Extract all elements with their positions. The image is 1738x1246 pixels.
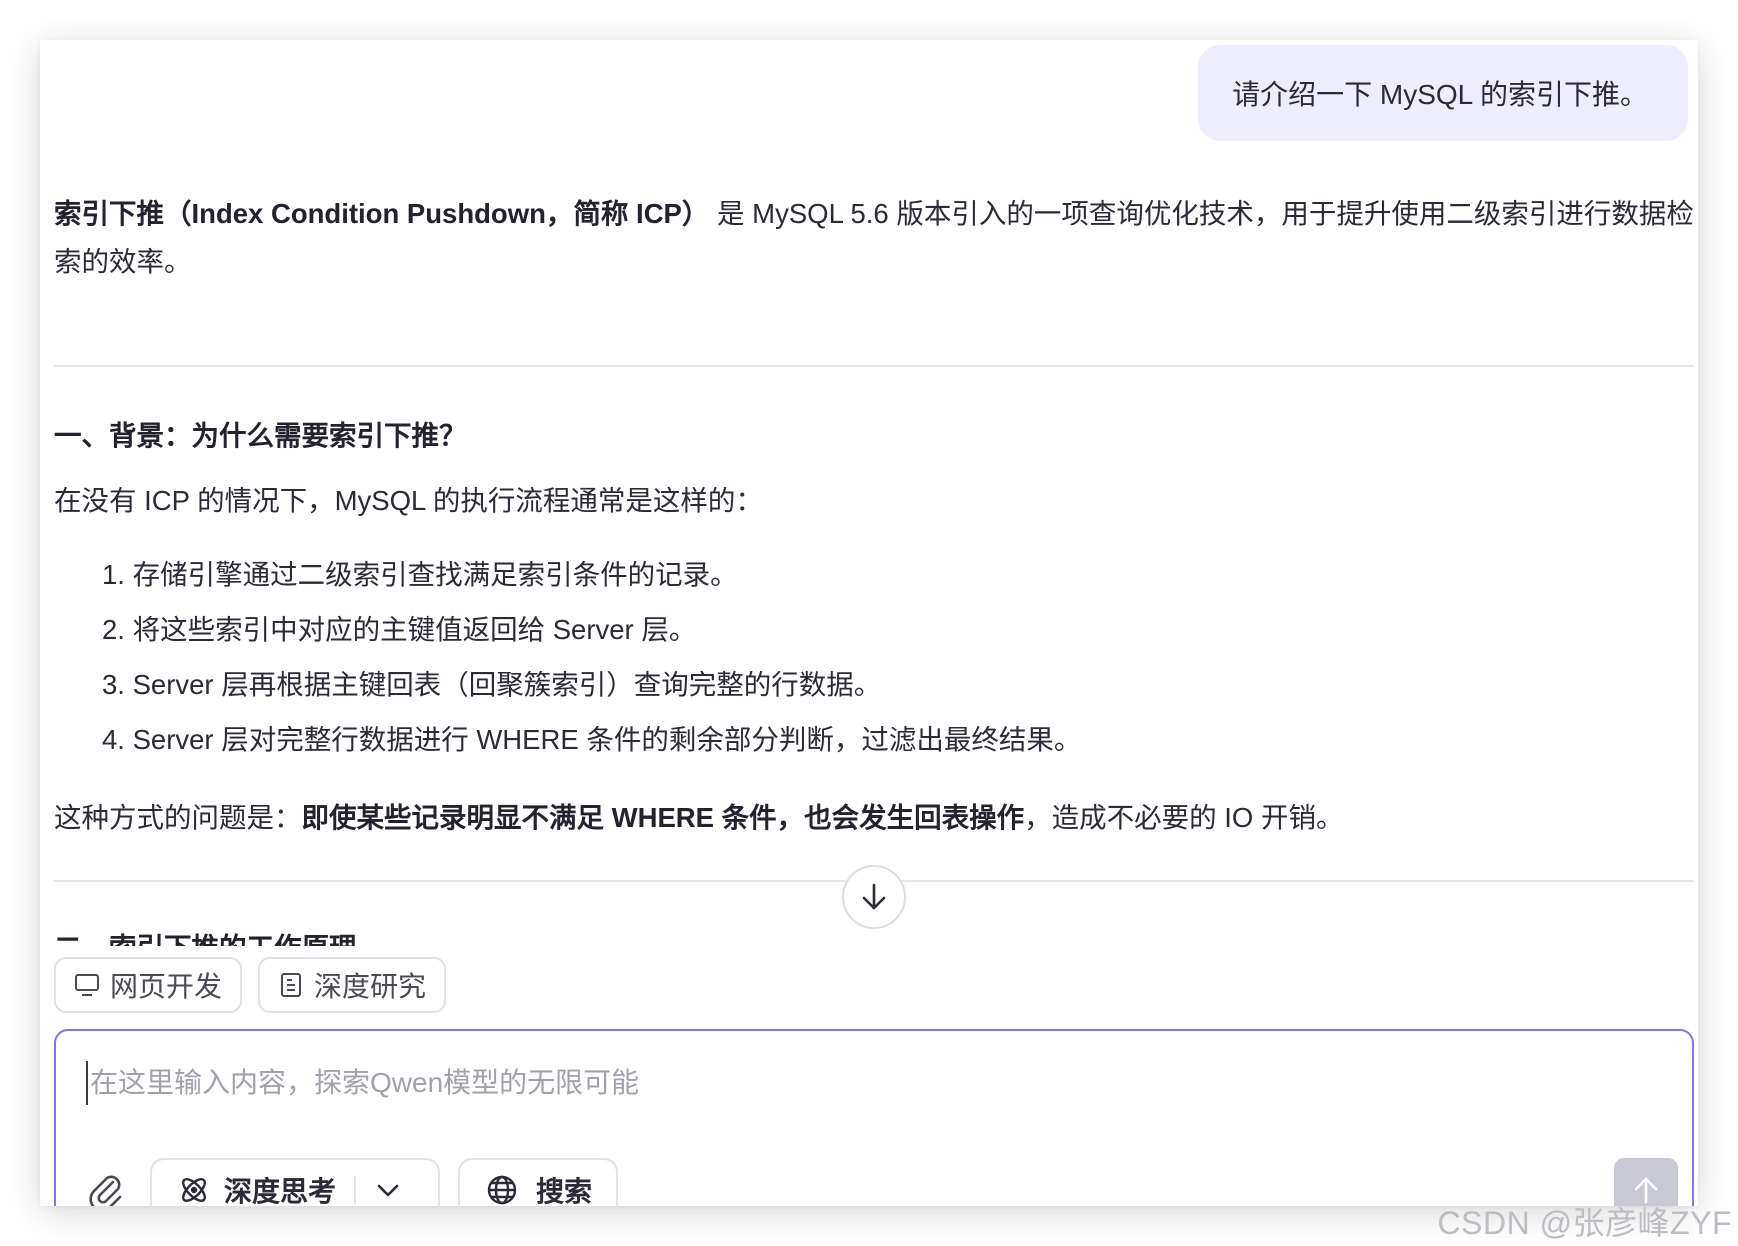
watermark: CSDN @张彦峰ZYF xyxy=(1437,1205,1732,1241)
paperclip-icon xyxy=(89,1175,122,1206)
message-input[interactable] xyxy=(86,1061,1646,1105)
chevron-down-icon xyxy=(377,1184,399,1197)
assistant-answer: 索引下推（Index Condition Pushdown，简称 ICP） 是 … xyxy=(54,190,1694,286)
section-paragraph: 在没有 ICP 的情况下，MySQL 的执行流程通常是这样的： xyxy=(54,485,763,516)
list-item: 4. Server 层对完整行数据进行 WHERE 条件的剩余部分判断，过滤出最… xyxy=(102,724,1082,755)
deep-research-label: 深度研究 xyxy=(313,971,426,1002)
web-dev-label: 网页开发 xyxy=(109,971,222,1002)
section-heading-principle: 二、索引下推的工作原理 xyxy=(54,930,357,946)
intro-text: 是 MySQL 5.6 版本引入的一项查询优化技术，用于提升使用二级索引进行数据… xyxy=(709,198,1694,229)
intro-text-cont: 索的效率。 xyxy=(54,246,192,277)
user-message-bubble: 请介绍一下 MySQL 的索引下推。 xyxy=(1198,45,1688,141)
problem-paragraph: 这种方式的问题是：即使某些记录明显不满足 WHERE 条件，也会发生回表操作，造… xyxy=(54,795,1343,835)
section-heading-background: 一、背景：为什么需要索引下推？ xyxy=(54,420,467,451)
list-item: 1. 存储引擎通过二级索引查找满足索引条件的记录。 xyxy=(102,559,738,590)
search-toggle[interactable]: 搜索 xyxy=(458,1158,618,1206)
chat-window: 请介绍一下 MySQL 的索引下推。 索引下推（Index Condition … xyxy=(40,40,1698,1206)
problem-emphasis: 即使某些记录明显不满足 WHERE 条件，也会发生回表操作 xyxy=(301,802,1025,833)
document-icon xyxy=(280,973,301,997)
globe-icon xyxy=(487,1175,517,1205)
separator xyxy=(354,1176,357,1204)
intro-term: 索引下推（Index Condition Pushdown，简称 ICP） xyxy=(54,198,710,229)
monitor-icon xyxy=(74,974,99,996)
problem-prefix: 这种方式的问题是： xyxy=(54,802,302,833)
problem-suffix: ，造成不必要的 IO 开销。 xyxy=(1024,802,1344,833)
scroll-to-bottom-button[interactable] xyxy=(842,865,906,929)
deep-think-dropdown[interactable] xyxy=(376,1182,400,1198)
message-composer: 深度思考 搜索 xyxy=(54,1029,1694,1206)
list-item: 3. Server 层再根据主键回表（回聚簇索引）查询完整的行数据。 xyxy=(102,669,882,700)
divider xyxy=(54,365,1694,367)
deep-think-label: 深度思考 xyxy=(224,1176,337,1206)
arrow-down-icon xyxy=(862,883,886,910)
web-dev-chip[interactable]: 网页开发 xyxy=(54,957,242,1013)
atom-icon xyxy=(182,1178,206,1202)
deep-research-chip[interactable]: 深度研究 xyxy=(258,957,446,1013)
answer-intro: 索引下推（Index Condition Pushdown，简称 ICP） 是 … xyxy=(54,190,1694,286)
attach-button[interactable] xyxy=(86,1169,126,1206)
list-item: 2. 将这些索引中对应的主键值返回给 Server 层。 xyxy=(102,614,697,645)
search-label: 搜索 xyxy=(536,1176,593,1206)
steps-list: 1. 存储引擎通过二级索引查找满足索引条件的记录。 2. 将这些索引中对应的主键… xyxy=(102,553,1081,773)
deep-think-toggle[interactable]: 深度思考 xyxy=(150,1158,440,1206)
